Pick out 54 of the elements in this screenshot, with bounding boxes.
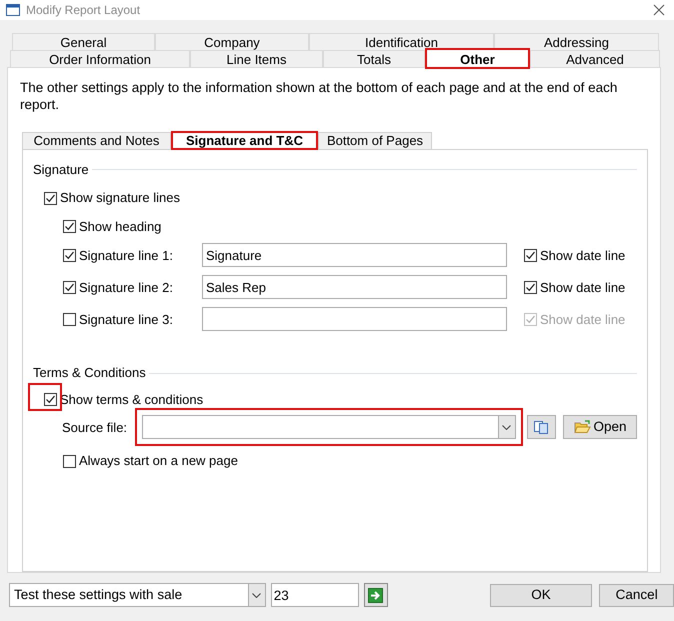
checkbox-label: Show terms & conditions [60,390,204,409]
tab[interactable]: Addressing [494,33,659,50]
checkbox-label: Show heading [79,218,162,236]
checkbox[interactable] [63,220,76,234]
go-button[interactable] [364,583,388,607]
checkbox-label: Signature line 2: [79,278,173,297]
dialog-button[interactable]: OK [490,584,592,606]
checkbox-label: Show date line [540,246,626,265]
group-heading: Terms & Conditions [33,364,146,382]
open-button[interactable]: Open [563,415,638,440]
checkbox-label: Signature line 1: [79,246,173,265]
description-text: The other settings apply to the information shown at the bottom of each page and at the end of each report. [20,79,618,113]
checkbox[interactable] [63,454,76,468]
dialog-button[interactable]: Cancel [599,584,674,606]
text-field[interactable]: Sales Rep [202,275,507,300]
field-label: Source file: [62,418,128,437]
arrow-icon [368,588,384,602]
tab[interactable]: Line Items [190,50,323,67]
checkbox-label: Always start on a new page [79,452,238,470]
dropdown-field[interactable] [142,415,516,440]
checkbox[interactable] [524,280,537,294]
number-field[interactable]: 23 [270,583,359,607]
checkbox[interactable] [44,393,57,406]
tab[interactable]: General [12,33,155,50]
tab[interactable]: Identification [309,33,494,50]
copy-icon [533,420,550,434]
copy-button[interactable] [526,415,556,440]
tab[interactable]: Bottom of Pages [318,132,432,149]
tab[interactable]: Signature and T&C [171,130,318,150]
dropdown-field[interactable]: Test these settings with sale [9,583,266,607]
tab[interactable]: Other [425,48,530,69]
window-icon [6,4,20,16]
window-title: Modify Report Layout [26,2,140,19]
dropdown-caret-icon [252,592,262,598]
checkbox-label: Show date line [540,278,626,297]
tab[interactable]: Order Information [10,50,190,67]
checkbox-label: Show date line [540,310,626,329]
checkbox[interactable] [63,312,76,326]
close-button[interactable] [652,3,666,17]
text-field[interactable]: Signature [202,243,507,268]
tab[interactable]: Totals [323,50,425,67]
checkbox[interactable] [63,248,76,262]
checkbox-label: Show signature lines [60,189,180,208]
folder-icon [574,420,590,434]
text-field[interactable] [202,307,507,332]
tab[interactable]: Company [155,33,309,50]
checkbox[interactable] [524,248,537,262]
group-heading: Signature [33,160,89,179]
checkbox[interactable] [63,280,76,294]
checkbox[interactable] [44,192,57,205]
checkbox-label: Signature line 3: [79,310,173,329]
dropdown-caret-icon [502,424,512,430]
tab[interactable]: Comments and Notes [22,132,171,149]
tab[interactable]: Advanced [530,50,660,67]
